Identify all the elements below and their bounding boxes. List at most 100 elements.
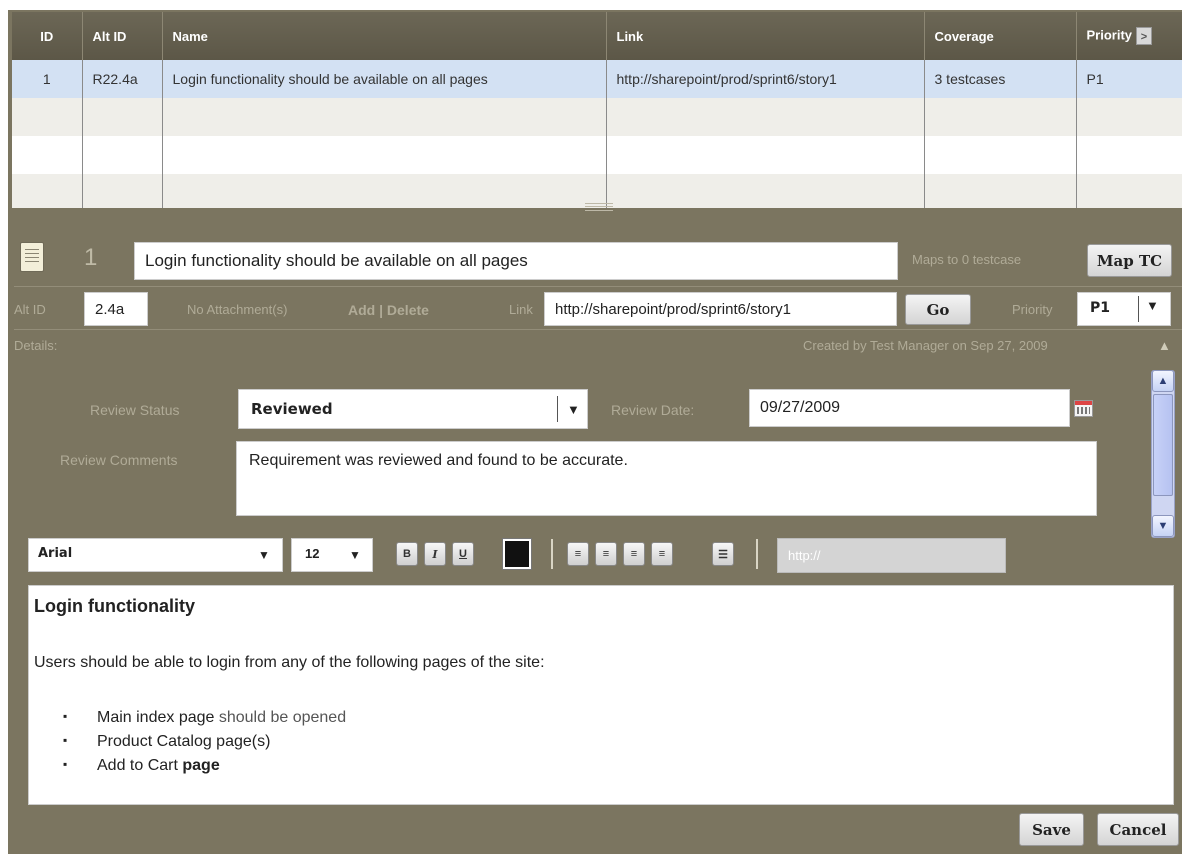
map-tc-button[interactable]: Map TC (1087, 244, 1172, 277)
align-left-icon[interactable]: ≡ (567, 542, 589, 566)
priority-selected-value: P1 (1090, 300, 1111, 316)
chevron-down-icon[interactable]: ▼ (567, 402, 580, 417)
cell-coverage: 3 testcases (924, 60, 1077, 98)
bold-button[interactable]: B (396, 542, 418, 566)
maps-to-testcase-text: Maps to 0 testcase (912, 252, 1022, 267)
scroll-up-icon[interactable]: ▲ (1152, 370, 1174, 392)
cell-priority: P1 (1076, 60, 1182, 98)
cell-alt-id: R22.4a (82, 60, 163, 98)
align-center-icon[interactable]: ≡ (595, 542, 617, 566)
splitter-handle[interactable] (585, 203, 613, 211)
list-item-text: Product Catalog page(s) (97, 733, 271, 750)
content-bullet-list: Main index page should be opened Product… (63, 709, 346, 781)
cell-priority (1076, 98, 1182, 136)
column-header-coverage[interactable]: Coverage (924, 12, 1077, 60)
list-item-text: Add to Cart (97, 757, 183, 774)
cell-name (162, 136, 607, 174)
collapse-up-icon[interactable]: ▲ (1158, 338, 1171, 353)
text-color-swatch[interactable] (502, 538, 532, 570)
review-date-field[interactable]: 09/27/2009 (749, 389, 1070, 427)
cell-link: http://sharepoint/prod/sprint6/story1 (606, 60, 925, 98)
cell-alt-id (82, 174, 163, 208)
content-heading: Login functionality (34, 596, 195, 616)
table-row[interactable] (12, 136, 1182, 174)
column-header-id[interactable]: ID (12, 12, 83, 60)
review-status-value: Reviewed (251, 400, 333, 418)
column-header-priority-label: Priority (1086, 27, 1133, 43)
column-header-link[interactable]: Link (606, 12, 925, 60)
cell-coverage (924, 98, 1077, 136)
list-item: Main index page should be opened (63, 709, 346, 733)
cell-link (606, 174, 925, 208)
cell-priority (1076, 136, 1182, 174)
cell-name (162, 174, 607, 208)
toolbar-divider (756, 539, 758, 569)
font-size-value: 12 (305, 546, 320, 561)
content-paragraph: Users should be able to login from any o… (34, 654, 545, 671)
cell-alt-id (82, 98, 163, 136)
cell-coverage (924, 136, 1077, 174)
details-label: Details: (14, 338, 58, 353)
list-item-text: Main index page (97, 709, 219, 726)
link-label: Link (509, 302, 533, 317)
scrollbar-thumb[interactable] (1153, 394, 1173, 496)
requirement-manager-app: ID Alt ID Name Link Coverage Priority > 1… (0, 0, 1182, 854)
cell-name: Login functionality should be available … (162, 60, 607, 98)
table-row[interactable]: 1 R22.4a Login functionality should be a… (12, 60, 1182, 98)
alt-id-label: Alt ID (14, 302, 46, 317)
review-status-divider (557, 396, 558, 422)
save-button[interactable]: Save (1019, 813, 1084, 846)
attachments-text: No Attachment(s) (187, 302, 288, 317)
notepad-icon (20, 242, 44, 272)
bullet-list-icon[interactable]: ☰ (712, 542, 734, 566)
requirement-id: 1 (84, 244, 98, 271)
cell-link (606, 136, 925, 174)
cell-coverage (924, 174, 1077, 208)
review-date-label: Review Date: (611, 402, 695, 418)
description-editor[interactable]: Login functionality Users should be able… (28, 585, 1174, 805)
chevron-right-icon[interactable]: > (1136, 27, 1153, 45)
cell-link (606, 98, 925, 136)
cell-id (12, 174, 83, 208)
cell-id (12, 136, 83, 174)
attachments-add-delete-links[interactable]: Add | Delete (348, 302, 429, 318)
table-row[interactable] (12, 98, 1182, 136)
calendar-icon[interactable] (1074, 400, 1093, 417)
column-header-alt-id[interactable]: Alt ID (82, 12, 163, 60)
column-header-name[interactable]: Name (162, 12, 607, 60)
chevron-down-icon[interactable]: ▼ (1146, 298, 1159, 313)
alt-id-field[interactable]: 2.4a (84, 292, 148, 326)
link-field[interactable]: http://sharepoint/prod/sprint6/story1 (544, 292, 897, 326)
toolbar-divider (551, 539, 553, 569)
hyperlink-url-input[interactable]: http:// (777, 538, 1006, 573)
review-comments-label: Review Comments (60, 452, 178, 468)
priority-select-divider (1138, 296, 1139, 322)
review-comments-field[interactable]: Requirement was reviewed and found to be… (236, 441, 1097, 516)
list-item-bold-text: page (182, 757, 220, 774)
column-header-priority[interactable]: Priority > (1076, 12, 1182, 60)
requirements-grid: ID Alt ID Name Link Coverage Priority > 1… (12, 12, 1182, 208)
cell-id: 1 (12, 60, 83, 98)
scroll-down-icon[interactable]: ▼ (1152, 515, 1174, 537)
cell-name (162, 98, 607, 136)
cell-alt-id (82, 136, 163, 174)
chevron-down-icon[interactable]: ▼ (340, 540, 370, 570)
chevron-down-icon[interactable]: ▼ (247, 540, 281, 570)
list-item: Add to Cart page (63, 757, 346, 781)
requirement-title-field[interactable]: Login functionality should be available … (134, 242, 898, 280)
underline-button[interactable]: U (452, 542, 474, 566)
review-status-label: Review Status (90, 402, 180, 418)
cell-priority (1076, 174, 1182, 208)
align-justify-icon[interactable]: ≡ (651, 542, 673, 566)
requirements-table: ID Alt ID Name Link Coverage Priority > 1… (12, 12, 1182, 208)
list-item: Product Catalog page(s) (63, 733, 346, 757)
priority-label: Priority (1012, 302, 1053, 317)
created-by-text: Created by Test Manager on Sep 27, 2009 (803, 338, 1048, 353)
italic-button[interactable]: I (424, 542, 446, 566)
go-button[interactable]: Go (905, 294, 971, 325)
cell-id (12, 98, 83, 136)
grid-header-row: ID Alt ID Name Link Coverage Priority > (12, 12, 1182, 60)
font-family-value: Arial (38, 546, 73, 561)
cancel-button[interactable]: Cancel (1097, 813, 1179, 846)
align-right-icon[interactable]: ≡ (623, 542, 645, 566)
